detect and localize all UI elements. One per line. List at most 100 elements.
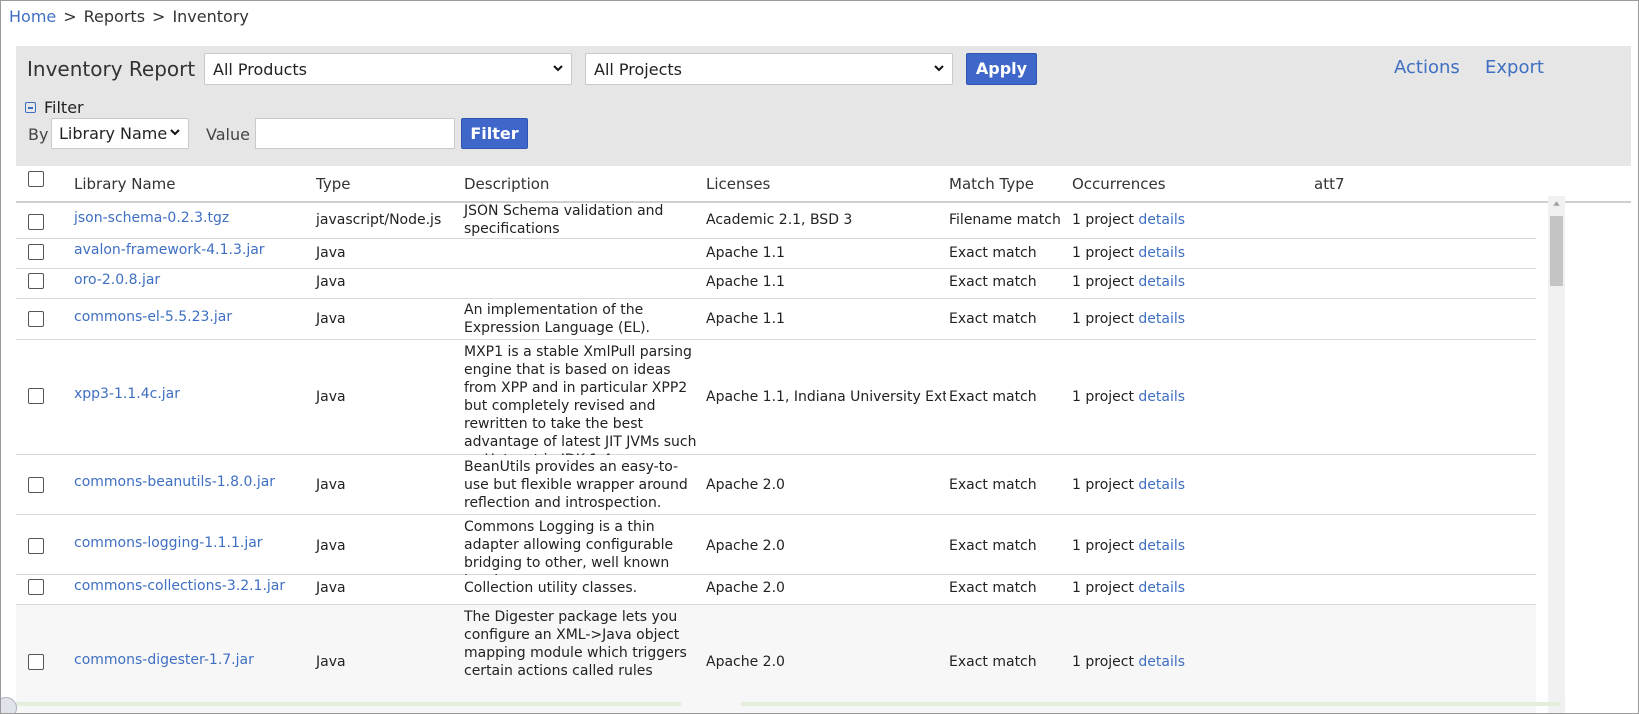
match-type: Exact match	[949, 245, 1037, 261]
occurrences: 1 project details	[1072, 274, 1185, 290]
details-link[interactable]: details	[1138, 538, 1185, 554]
library-name-link[interactable]: oro-2.0.8.jar	[74, 272, 160, 288]
library-name-link[interactable]: commons-beanutils-1.8.0.jar	[74, 474, 275, 490]
breadcrumb-home-link[interactable]: Home	[9, 7, 56, 26]
library-type: Java	[316, 580, 346, 596]
filter-by-select[interactable]: Library Name	[51, 118, 189, 149]
occurrences-count: 1 project	[1072, 654, 1134, 670]
occurrences: 1 project details	[1072, 245, 1185, 261]
match-type: Exact match	[949, 311, 1037, 327]
table-row: commons-collections-3.2.1.jar Java Colle…	[16, 575, 1536, 605]
row-checkbox[interactable]	[28, 388, 44, 404]
breadcrumb-current: Inventory	[172, 7, 249, 26]
breadcrumb-separator: >	[63, 7, 77, 26]
products-select-value: All Products	[213, 60, 308, 79]
match-type: Exact match	[949, 654, 1037, 670]
table-row: json-schema-0.2.3.tgz javascript/Node.js…	[16, 203, 1536, 239]
match-type: Exact match	[949, 477, 1037, 493]
library-description: JSON Schema validation and specification…	[464, 203, 664, 237]
library-type: Java	[316, 311, 346, 327]
table-row: commons-el-5.5.23.jar Java An implementa…	[16, 299, 1536, 340]
column-header-att7[interactable]: att7	[1314, 175, 1345, 193]
library-name-link[interactable]: json-schema-0.2.3.tgz	[74, 210, 229, 226]
column-header-description[interactable]: Description	[464, 175, 549, 193]
column-header-library-name[interactable]: Library Name	[74, 175, 175, 193]
match-type: Exact match	[949, 389, 1037, 405]
library-licenses: Academic 2.1, BSD 3	[706, 212, 853, 228]
row-checkbox[interactable]	[28, 654, 44, 670]
details-link[interactable]: details	[1138, 274, 1185, 290]
details-link[interactable]: details	[1138, 477, 1185, 493]
library-description: BeanUtils provides an easy-to-use but fl…	[464, 459, 688, 511]
row-checkbox[interactable]	[28, 579, 44, 595]
inventory-table: Library Name Type Description Licenses M…	[16, 166, 1631, 713]
library-description: MXP1 is a stable XmlPull parsing engine …	[464, 344, 697, 468]
library-type: javascript/Node.js	[316, 212, 442, 228]
filter-button[interactable]: Filter	[461, 118, 528, 149]
apply-button[interactable]: Apply	[966, 53, 1037, 85]
products-select[interactable]: All Products	[204, 53, 572, 85]
table-row: commons-digester-1.7.jar Java The Digest…	[16, 605, 1536, 713]
row-checkbox[interactable]	[28, 477, 44, 493]
row-checkbox[interactable]	[28, 273, 44, 289]
occurrences-count: 1 project	[1072, 311, 1134, 327]
filter-toggle-label: Filter	[44, 98, 84, 117]
table-scrollbar[interactable]	[1548, 196, 1565, 713]
match-type: Exact match	[949, 274, 1037, 290]
chevron-down-icon	[934, 65, 944, 72]
row-checkbox[interactable]	[28, 214, 44, 230]
library-licenses: Apache 1.1	[706, 274, 785, 290]
details-link[interactable]: details	[1138, 580, 1185, 596]
page-title: Inventory Report	[27, 57, 196, 81]
occurrences-count: 1 project	[1072, 245, 1134, 261]
column-header-licenses[interactable]: Licenses	[706, 175, 770, 193]
row-checkbox[interactable]	[28, 244, 44, 260]
library-type: Java	[316, 274, 346, 290]
library-name-link[interactable]: commons-logging-1.1.1.jar	[74, 535, 263, 551]
column-header-occurrences[interactable]: Occurrences	[1072, 175, 1166, 193]
export-link[interactable]: Export	[1485, 57, 1544, 78]
library-licenses: Apache 2.0	[706, 477, 785, 493]
help-icon[interactable]	[1, 697, 17, 713]
details-link[interactable]: details	[1138, 311, 1185, 327]
filter-toggle[interactable]: Filter	[25, 98, 84, 117]
occurrences-count: 1 project	[1072, 274, 1134, 290]
library-licenses: Apache 1.1	[706, 245, 785, 261]
occurrences: 1 project details	[1072, 212, 1185, 228]
details-link[interactable]: details	[1138, 654, 1185, 670]
filter-value-input[interactable]	[255, 118, 455, 149]
library-name-link[interactable]: avalon-framework-4.1.3.jar	[74, 242, 265, 258]
scroll-up-arrow-icon[interactable]	[1551, 198, 1562, 209]
column-header-type[interactable]: Type	[316, 175, 350, 193]
match-type: Filename match	[949, 212, 1061, 228]
table-row: avalon-framework-4.1.3.jar Java Apache 1…	[16, 239, 1536, 269]
library-type: Java	[316, 389, 346, 405]
occurrences-count: 1 project	[1072, 477, 1134, 493]
library-name-link[interactable]: commons-el-5.5.23.jar	[74, 309, 232, 325]
inventory-report-page: Home > Reports > Inventory Inventory Report …	[0, 0, 1639, 714]
library-description: The Digester package lets you configure …	[464, 609, 687, 679]
column-header-match-type[interactable]: Match Type	[949, 175, 1034, 193]
match-type: Exact match	[949, 538, 1037, 554]
details-link[interactable]: details	[1138, 389, 1185, 405]
projects-select[interactable]: All Projects	[585, 53, 953, 85]
actions-link[interactable]: Actions	[1394, 57, 1460, 78]
occurrences-count: 1 project	[1072, 389, 1134, 405]
library-type: Java	[316, 538, 346, 554]
details-link[interactable]: details	[1138, 245, 1185, 261]
table-row: commons-logging-1.1.1.jar Java Commons L…	[16, 515, 1536, 589]
occurrences: 1 project details	[1072, 477, 1185, 493]
report-controls-panel: Inventory Report All Products All Projec…	[16, 46, 1631, 166]
occurrences: 1 project details	[1072, 538, 1185, 554]
row-checkbox[interactable]	[28, 538, 44, 554]
scrollbar-thumb[interactable]	[1550, 216, 1563, 286]
library-licenses: Apache 2.0	[706, 654, 785, 670]
details-link[interactable]: details	[1138, 212, 1185, 228]
table-row: oro-2.0.8.jar Java Apache 1.1 Exact matc…	[16, 269, 1536, 299]
library-name-link[interactable]: xpp3-1.1.4c.jar	[74, 386, 180, 402]
select-all-checkbox[interactable]	[28, 171, 44, 187]
occurrences: 1 project details	[1072, 654, 1185, 670]
library-name-link[interactable]: commons-digester-1.7.jar	[74, 652, 254, 668]
row-checkbox[interactable]	[28, 311, 44, 327]
library-name-link[interactable]: commons-collections-3.2.1.jar	[74, 578, 285, 594]
